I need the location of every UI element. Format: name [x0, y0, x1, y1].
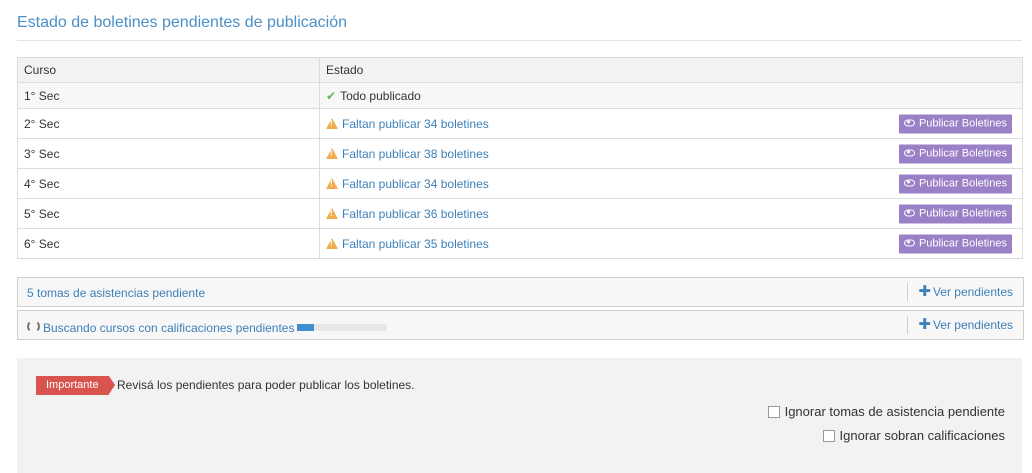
- estado-cell: ✔ Todo publicado: [319, 82, 1023, 109]
- asistencias-text[interactable]: 5 tomas de asistencias pendiente: [27, 286, 205, 300]
- status-link[interactable]: Faltan publicar 36 boletines: [342, 207, 489, 221]
- status-link[interactable]: Faltan publicar 35 boletines: [342, 237, 489, 251]
- page: Estado de boletines pendientes de public…: [0, 0, 1032, 473]
- ignorar-calificaciones-option[interactable]: Ignorar sobran calificaciones: [822, 428, 1005, 443]
- table-row: 1° Sec ✔ Todo publicado: [17, 82, 1023, 109]
- status-link[interactable]: Faltan publicar 34 boletines: [342, 177, 489, 191]
- warning-icon: [326, 117, 338, 129]
- button-label: Publicar Boletines: [918, 207, 1007, 219]
- button-label: Publicar Boletines: [918, 117, 1007, 129]
- estado-cell: Faltan publicar 36 boletines Publicar Bo…: [319, 198, 1023, 229]
- eye-icon: [903, 179, 915, 186]
- estado-cell: Faltan publicar 38 boletines Publicar Bo…: [319, 138, 1023, 169]
- calificaciones-panel: Buscando cursos con calificaciones pendi…: [17, 310, 1024, 340]
- eye-icon: [903, 209, 915, 216]
- progress-fill: [297, 324, 314, 332]
- estado-cell: Faltan publicar 34 boletines Publicar Bo…: [319, 168, 1023, 199]
- ver-pendientes-asistencias-button[interactable]: ✚ Ver pendientes: [907, 283, 1023, 301]
- ignorar-asistencia-option[interactable]: Ignorar tomas de asistencia pendiente: [767, 404, 1005, 419]
- status-table: Curso Estado 1° Sec ✔ Todo publicado 2° S…: [17, 57, 1023, 259]
- plus-icon: ✚: [918, 316, 931, 333]
- calificaciones-status: Buscando cursos con calificaciones pendi…: [27, 319, 388, 335]
- ver-pendientes-label: Ver pendientes: [932, 318, 1013, 332]
- table-row: 4° Sec Faltan publicar 34 boletines Publ…: [17, 168, 1023, 199]
- plus-icon: ✚: [918, 283, 931, 300]
- table-row: 2° Sec Faltan publicar 34 boletines Publ…: [17, 108, 1023, 139]
- curso-cell: 5° Sec: [17, 198, 320, 229]
- asistencias-panel: 5 tomas de asistencias pendiente ✚ Ver pe…: [17, 277, 1024, 307]
- column-header-curso: Curso: [17, 57, 320, 83]
- ver-pendientes-label: Ver pendientes: [932, 285, 1013, 299]
- curso-cell: 6° Sec: [17, 228, 320, 259]
- column-header-estado: Estado: [319, 57, 1023, 83]
- ignorar-calificaciones-label: Ignorar sobran calificaciones: [839, 428, 1005, 443]
- ver-pendientes-calificaciones-button[interactable]: ✚ Ver pendientes: [907, 316, 1023, 334]
- table-row: 3° Sec Faltan publicar 38 boletines Publ…: [17, 138, 1023, 169]
- eye-icon: [903, 149, 915, 156]
- curso-cell: 1° Sec: [17, 82, 320, 109]
- importante-badge: Importante: [36, 376, 115, 395]
- publicar-boletines-button[interactable]: Publicar Boletines: [898, 204, 1012, 223]
- calificaciones-text: Buscando cursos con calificaciones pendi…: [43, 321, 295, 335]
- ignorar-asistencia-checkbox[interactable]: [767, 405, 780, 418]
- table-row: 5° Sec Faltan publicar 36 boletines Publ…: [17, 198, 1023, 229]
- curso-cell: 2° Sec: [17, 108, 320, 139]
- warning-icon: [326, 147, 338, 159]
- check-icon: ✔: [326, 88, 337, 103]
- button-label: Publicar Boletines: [918, 147, 1007, 159]
- publicar-boletines-button[interactable]: Publicar Boletines: [898, 114, 1012, 133]
- publicar-boletines-button[interactable]: Publicar Boletines: [898, 174, 1012, 193]
- ignorar-asistencia-label: Ignorar tomas de asistencia pendiente: [784, 404, 1005, 419]
- curso-cell: 4° Sec: [17, 168, 320, 199]
- eye-icon: [903, 239, 915, 246]
- curso-cell: 3° Sec: [17, 138, 320, 169]
- table-row: 6° Sec Faltan publicar 35 boletines Publ…: [17, 228, 1023, 259]
- publicar-boletines-button[interactable]: Publicar Boletines: [898, 234, 1012, 253]
- title-divider: [17, 40, 1022, 41]
- notice-text: Revisá los pendientes para poder publica…: [117, 378, 415, 392]
- warning-icon: [326, 177, 338, 189]
- warning-icon: [326, 237, 338, 249]
- table-header-row: Curso Estado: [17, 57, 1023, 83]
- status-link[interactable]: Faltan publicar 34 boletines: [342, 117, 489, 131]
- button-label: Publicar Boletines: [918, 237, 1007, 249]
- warning-icon: [326, 207, 338, 219]
- eye-icon: [903, 119, 915, 126]
- notice-box: Importante Revisá los pendientes para po…: [17, 358, 1022, 473]
- status-text: Todo publicado: [340, 88, 421, 103]
- button-label: Publicar Boletines: [918, 177, 1007, 189]
- status-link[interactable]: Faltan publicar 38 boletines: [342, 147, 489, 161]
- progress-bar: [297, 324, 388, 332]
- ignorar-calificaciones-checkbox[interactable]: [822, 429, 835, 442]
- refresh-icon: [27, 320, 40, 333]
- page-title: Estado de boletines pendientes de public…: [17, 14, 348, 31]
- estado-cell: Faltan publicar 34 boletines Publicar Bo…: [319, 108, 1023, 139]
- estado-cell: Faltan publicar 35 boletines Publicar Bo…: [319, 228, 1023, 259]
- publicar-boletines-button[interactable]: Publicar Boletines: [898, 144, 1012, 163]
